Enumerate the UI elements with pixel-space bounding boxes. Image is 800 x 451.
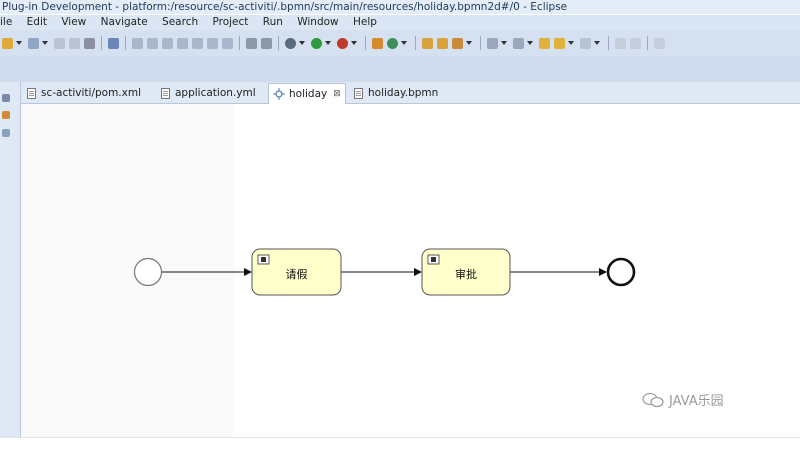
page-icon[interactable] [654,37,665,49]
menu-edit[interactable]: Edit [27,15,47,30]
toolbar-separator [415,36,416,50]
outline-icon[interactable] [2,129,10,137]
step-over-icon[interactable] [207,37,218,49]
save-all-icon[interactable] [69,37,80,49]
menu-help[interactable]: Help [353,15,377,30]
menu-project[interactable]: Project [212,15,248,30]
canvas-shade [21,104,233,437]
main-toolbar [0,30,800,56]
chevron-down-icon[interactable] [42,41,48,45]
menu-view[interactable]: View [61,15,86,30]
chevron-down-icon[interactable] [325,41,331,45]
suspend-icon[interactable] [147,37,158,49]
toolbar-separator [480,36,481,50]
new-class-icon[interactable] [387,37,398,49]
file-icon [354,87,363,99]
next-annotation-icon[interactable] [487,37,498,49]
resume-icon[interactable] [132,37,143,49]
chevron-down-icon[interactable] [501,41,507,45]
arrow-right-icon[interactable] [580,37,591,49]
toolbar-separator [647,36,648,50]
tab-label: application.yml [175,87,256,99]
new-java-project-icon[interactable] [372,37,383,49]
tab-holiday-bpmn[interactable]: holiday.bpmn [354,83,438,103]
disconnect-icon[interactable] [177,37,188,49]
open-folder-icon[interactable] [437,37,448,49]
step-into-icon[interactable] [192,37,203,49]
previous-annotation-icon[interactable] [513,37,524,49]
editor-tab-bar: sc-activiti/pom.xml application.yml holi… [21,82,800,104]
forward-arrow-icon[interactable] [554,37,565,49]
toolbar-separator [239,36,240,50]
debug-icon[interactable] [337,37,348,49]
toolbar-separator [125,36,126,50]
gear-icon[interactable] [285,37,296,49]
menu-file[interactable]: ile [0,15,12,30]
drop-to-frame-icon[interactable] [246,37,257,49]
redo-icon[interactable] [630,37,641,49]
run-icon[interactable] [311,37,322,49]
xml-file-icon [27,87,36,99]
menu-window[interactable]: Window [297,15,338,30]
task-label-leave: 请假 [285,268,308,281]
toolbar-separator [278,36,279,50]
use-step-filters-icon[interactable] [261,37,272,49]
undo-icon[interactable] [615,37,626,49]
left-view-bar [0,82,21,437]
new-icon[interactable] [2,37,13,49]
menu-run[interactable]: Run [263,15,283,30]
bpmn-diagram-icon [273,88,285,100]
menu-search[interactable]: Search [162,15,198,30]
tab-pom-xml[interactable]: sc-activiti/pom.xml [27,83,141,103]
task-label-approve: 审批 [455,268,477,281]
watermark: JAVA乐园 [642,390,724,409]
menu-navigate[interactable]: Navigate [101,15,148,30]
watermark-text: JAVA乐园 [669,394,724,409]
file-icon [161,87,170,99]
print-icon[interactable] [84,37,95,49]
tab-application-yml[interactable]: application.yml [161,83,256,103]
chevron-down-icon[interactable] [527,41,533,45]
menu-bar: ile Edit View Navigate Search Project Ru… [0,15,800,30]
toolbar-separator [365,36,366,50]
open-icon[interactable] [28,37,39,49]
bottom-edge [0,437,800,451]
chevron-down-icon[interactable] [401,41,407,45]
step-return-icon[interactable] [222,37,233,49]
package-explorer-icon[interactable] [2,94,10,102]
toolbar-strip [0,56,800,82]
toolbar-separator [608,36,609,50]
save-icon[interactable] [54,37,65,49]
close-icon[interactable]: ⊠ [333,89,341,99]
tab-label: holiday.bpmn [368,87,439,99]
chevron-down-icon[interactable] [351,41,357,45]
terminate-icon[interactable] [162,37,173,49]
chevron-down-icon[interactable] [299,41,305,45]
toolbar-separator [101,36,102,50]
chevron-down-icon[interactable] [16,41,22,45]
tab-holiday[interactable]: holiday ⊠ [268,83,346,104]
window-title: Plug-in Development - platform:/resource… [0,0,800,14]
tab-label: holiday [289,88,328,100]
chevron-down-icon[interactable] [568,41,574,45]
chevron-down-icon[interactable] [594,41,600,45]
pencil-icon[interactable] [452,37,463,49]
open-type-icon[interactable] [422,37,433,49]
back-icon[interactable] [539,37,550,49]
hierarchy-icon[interactable] [2,111,10,119]
skip-breakpoints-icon[interactable] [108,37,119,49]
tab-label: sc-activiti/pom.xml [41,87,141,99]
wechat-icon [642,392,664,407]
chevron-down-icon[interactable] [466,41,472,45]
